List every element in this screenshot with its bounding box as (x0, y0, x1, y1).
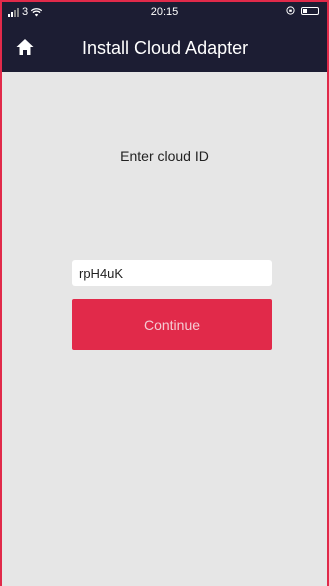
battery-icon (301, 6, 319, 15)
home-button[interactable] (14, 36, 36, 58)
orientation-lock-icon (286, 6, 295, 15)
continue-button[interactable]: Continue (72, 299, 272, 350)
home-icon (16, 39, 34, 55)
status-right (286, 6, 319, 15)
cloud-id-prompt: Enter cloud ID (120, 148, 209, 164)
cloud-id-input[interactable] (72, 260, 272, 286)
status-time: 20:15 (150, 6, 179, 18)
nav-bar: Install Cloud Adapter (2, 24, 327, 72)
status-bar: 3 20:15 (2, 2, 327, 26)
app-screen: 3 20:15 Install Cloud Adapter Enter clou… (0, 0, 329, 586)
page-title: Install Cloud Adapter (82, 38, 249, 58)
